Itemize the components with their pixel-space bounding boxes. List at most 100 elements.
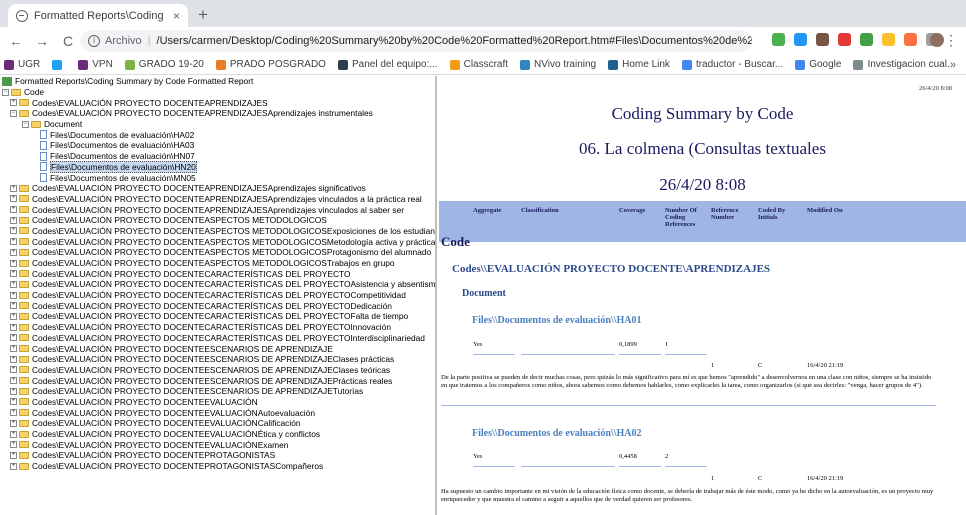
new-tab-button[interactable]: + bbox=[198, 5, 208, 25]
tree-code-item[interactable]: + Codes\EVALUACIÓN PROYECTO DOCENTEEVALUA… bbox=[0, 418, 435, 429]
expand-icon[interactable]: + bbox=[10, 355, 17, 363]
bookmark-item[interactable]: Google bbox=[795, 59, 841, 70]
expand-icon[interactable]: + bbox=[10, 462, 17, 470]
expand-icon[interactable]: + bbox=[10, 419, 17, 427]
tree-code-item[interactable]: + Codes\EVALUACIÓN PROYECTO DOCENTEESCENA… bbox=[0, 365, 435, 376]
tree-code-item[interactable]: + Codes\EVALUACIÓN PROYECTO DOCENTEEVALUA… bbox=[0, 397, 435, 408]
tree-code-item[interactable]: + Codes\EVALUACIÓN PROYECTO DOCENTEASPECT… bbox=[0, 226, 435, 237]
tree-code-item[interactable]: + Codes\EVALUACIÓN PROYECTO DOCENTECARACT… bbox=[0, 300, 435, 311]
bookmark-item[interactable]: Classcraft bbox=[449, 59, 508, 70]
tree-code-item[interactable]: − Codes\EVALUACIÓN PROYECTO DOCENTEAPREND… bbox=[0, 108, 435, 119]
expand-icon[interactable]: + bbox=[10, 345, 17, 353]
modified-on-value: 16/4/20 21:19 bbox=[807, 362, 844, 369]
bookmark-item[interactable]: PRADO POSGRADO bbox=[215, 59, 326, 70]
bookmark-item[interactable]: Investigacion cual... bbox=[853, 59, 955, 70]
tree-code-item[interactable]: + Codes\EVALUACIÓN PROYECTO DOCENTEAPREND… bbox=[0, 194, 435, 205]
extension-icon[interactable] bbox=[816, 33, 829, 46]
bookmark-label: UGR bbox=[18, 59, 41, 70]
bookmark-item[interactable] bbox=[52, 59, 66, 70]
expand-icon[interactable]: + bbox=[10, 430, 17, 438]
expand-icon[interactable]: + bbox=[10, 248, 17, 256]
tree-code-item[interactable]: + Codes\EVALUACIÓN PROYECTO DOCENTEAPREND… bbox=[0, 97, 435, 108]
browser-menu-icon[interactable]: ⋮ bbox=[944, 32, 958, 49]
bookmark-item[interactable]: Panel del equipo:... bbox=[337, 59, 438, 70]
collapse-icon[interactable]: − bbox=[2, 88, 9, 96]
expand-icon[interactable]: + bbox=[10, 227, 17, 235]
tree-code-item[interactable]: + Codes\EVALUACIÓN PROYECTO DOCENTEASPECT… bbox=[0, 247, 435, 258]
tree-code-item[interactable]: + Codes\EVALUACIÓN PROYECTO DOCENTEESCENA… bbox=[0, 343, 435, 354]
expand-icon[interactable]: + bbox=[10, 312, 17, 320]
expand-icon[interactable]: + bbox=[10, 238, 17, 246]
expand-icon[interactable]: + bbox=[10, 280, 17, 288]
extension-icon[interactable] bbox=[838, 33, 851, 46]
tree-code-item[interactable]: + Codes\EVALUACIÓN PROYECTO DOCENTECARACT… bbox=[0, 290, 435, 301]
collapse-icon[interactable]: − bbox=[10, 109, 17, 117]
address-bar[interactable]: i Archivo | /Users/carmen/Desktop/Coding… bbox=[80, 30, 752, 52]
expand-icon[interactable]: + bbox=[10, 451, 17, 459]
tree-code-item[interactable]: + Codes\EVALUACIÓN PROYECTO DOCENTEEVALUA… bbox=[0, 429, 435, 440]
info-icon[interactable]: i bbox=[88, 35, 100, 47]
extension-icon[interactable] bbox=[860, 33, 873, 46]
expand-icon[interactable]: + bbox=[10, 184, 17, 192]
expand-icon[interactable]: + bbox=[10, 99, 17, 107]
tree-file-item[interactable]: Files\Documentos de evaluación\MN05 bbox=[0, 172, 435, 183]
extension-icon[interactable] bbox=[794, 33, 807, 46]
collapse-icon[interactable]: − bbox=[22, 120, 29, 128]
expand-icon[interactable]: + bbox=[10, 216, 17, 224]
expand-icon[interactable]: + bbox=[10, 206, 17, 214]
bookmarks-overflow-button[interactable]: » bbox=[950, 59, 956, 71]
tree-code-item[interactable]: + Codes\EVALUACIÓN PROYECTO DOCENTEESCENA… bbox=[0, 386, 435, 397]
expand-icon[interactable]: + bbox=[10, 323, 17, 331]
profile-avatar[interactable] bbox=[930, 33, 944, 47]
browser-tab[interactable]: Formatted Reports\Coding Su × bbox=[8, 4, 188, 27]
bookmark-item[interactable]: NVivo training bbox=[520, 59, 596, 70]
expand-icon[interactable]: + bbox=[10, 366, 17, 374]
bookmark-item[interactable]: Home Link bbox=[608, 59, 670, 70]
bookmark-item[interactable]: UGR bbox=[4, 59, 40, 70]
extension-icon[interactable] bbox=[882, 33, 895, 46]
bookmark-item[interactable]: VPN bbox=[78, 59, 113, 70]
tree-file-item[interactable]: Files\Documentos de evaluación\HN20 bbox=[0, 160, 435, 173]
tree-code-item[interactable]: + Codes\EVALUACIÓN PROYECTO DOCENTEASPECT… bbox=[0, 258, 435, 269]
tree-code-item[interactable]: + Codes\EVALUACIÓN PROYECTO DOCENTEESCENA… bbox=[0, 354, 435, 365]
expand-icon[interactable]: + bbox=[10, 291, 17, 299]
tree-code-item[interactable]: + Codes\EVALUACIÓN PROYECTO DOCENTEASPECT… bbox=[0, 215, 435, 226]
expand-icon[interactable]: + bbox=[10, 259, 17, 267]
tree-code-item[interactable]: − Document bbox=[0, 119, 435, 130]
reference-count-value: 1 bbox=[665, 341, 669, 348]
expand-icon[interactable]: + bbox=[10, 302, 17, 310]
expand-icon[interactable]: + bbox=[10, 270, 17, 278]
bookmark-item[interactable]: GRADO 19-20 bbox=[124, 59, 204, 70]
back-button[interactable]: ← bbox=[6, 33, 26, 49]
tree-code-item[interactable]: + Codes\EVALUACIÓN PROYECTO DOCENTEEVALUA… bbox=[0, 407, 435, 418]
reload-button[interactable]: C bbox=[58, 33, 78, 49]
bookmark-item[interactable]: traductor - Buscar... bbox=[681, 59, 783, 70]
tree-code-node[interactable]: − Code bbox=[0, 87, 435, 98]
extension-icon[interactable] bbox=[904, 33, 917, 46]
tree-root[interactable]: Formatted Reports\Coding Summary by Code… bbox=[0, 76, 435, 87]
tree-code-item[interactable]: + Codes\EVALUACIÓN PROYECTO DOCENTECARACT… bbox=[0, 279, 435, 290]
extension-icon[interactable] bbox=[772, 33, 785, 46]
expand-icon[interactable]: + bbox=[10, 409, 17, 417]
tree-code-item[interactable]: + Codes\EVALUACIÓN PROYECTO DOCENTEAPREND… bbox=[0, 183, 435, 194]
tree-code-item[interactable]: + Codes\EVALUACIÓN PROYECTO DOCENTEESCENA… bbox=[0, 375, 435, 386]
expand-icon[interactable]: + bbox=[10, 377, 17, 385]
expand-icon[interactable]: + bbox=[10, 334, 17, 342]
forward-button[interactable]: → bbox=[32, 33, 52, 49]
tab-close-icon[interactable]: × bbox=[173, 9, 180, 23]
tree-code-item[interactable]: + Codes\EVALUACIÓN PROYECTO DOCENTEEVALUA… bbox=[0, 439, 435, 450]
tree-code-item[interactable]: + Codes\EVALUACIÓN PROYECTO DOCENTECARACT… bbox=[0, 333, 435, 344]
tree-file-item[interactable]: Files\Documentos de evaluación\HA03 bbox=[0, 140, 435, 151]
expand-icon[interactable]: + bbox=[10, 195, 17, 203]
tree-code-item[interactable]: + Codes\EVALUACIÓN PROYECTO DOCENTEPROTAG… bbox=[0, 450, 435, 461]
tree-code-item[interactable]: + Codes\EVALUACIÓN PROYECTO DOCENTEPROTAG… bbox=[0, 461, 435, 472]
tree-code-item[interactable]: + Codes\EVALUACIÓN PROYECTO DOCENTECARACT… bbox=[0, 311, 435, 322]
expand-icon[interactable]: + bbox=[10, 441, 17, 449]
tree-file-item[interactable]: Files\Documentos de evaluación\HA02 bbox=[0, 129, 435, 140]
tree-code-item[interactable]: + Codes\EVALUACIÓN PROYECTO DOCENTEASPECT… bbox=[0, 236, 435, 247]
tree-code-item[interactable]: + Codes\EVALUACIÓN PROYECTO DOCENTECARACT… bbox=[0, 322, 435, 333]
expand-icon[interactable]: + bbox=[10, 398, 17, 406]
expand-icon[interactable]: + bbox=[10, 387, 17, 395]
tree-code-item[interactable]: + Codes\EVALUACIÓN PROYECTO DOCENTECARACT… bbox=[0, 268, 435, 279]
tree-code-item[interactable]: + Codes\EVALUACIÓN PROYECTO DOCENTEAPREND… bbox=[0, 204, 435, 215]
